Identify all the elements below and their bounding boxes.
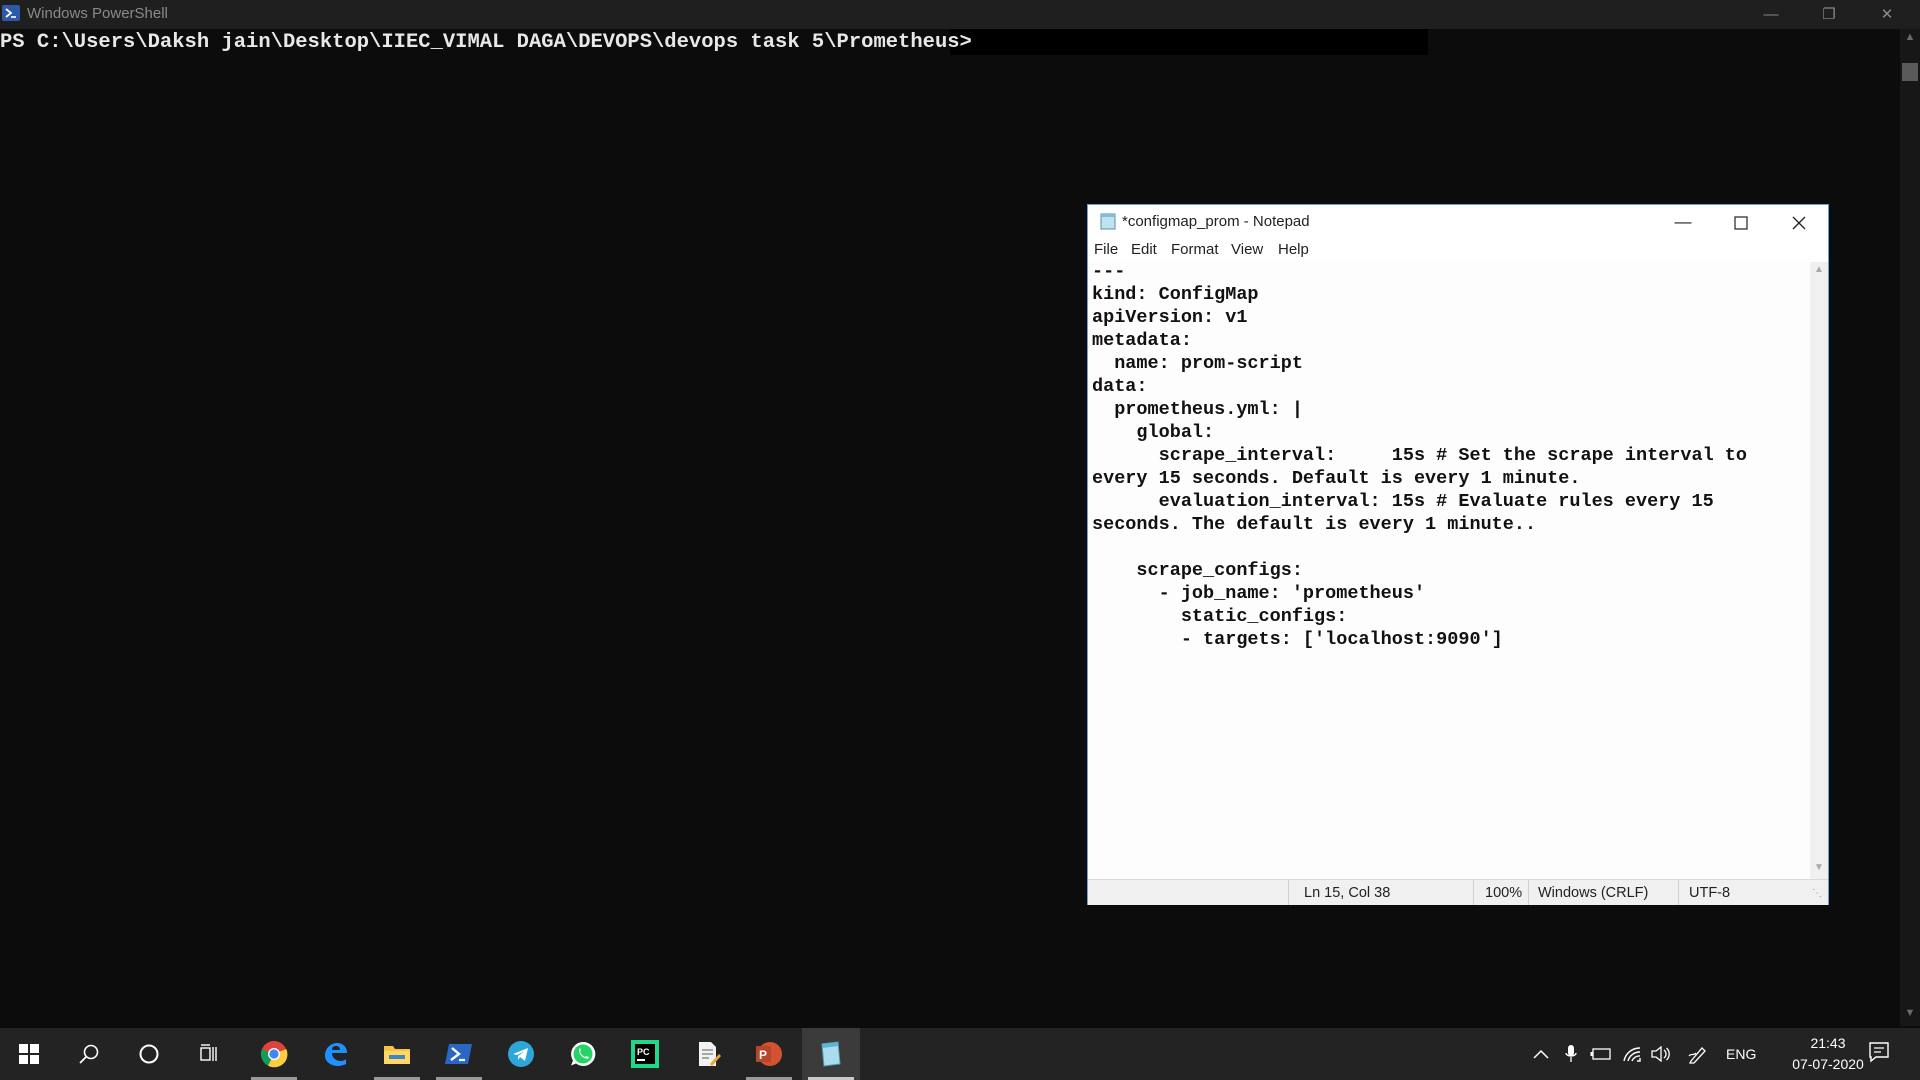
maximize-button[interactable]: ❐ (1806, 0, 1852, 29)
taskbar-chrome[interactable] (245, 1028, 303, 1080)
editor-content[interactable]: --- kind: ConfigMap apiVersion: v1 metad… (1092, 262, 1747, 651)
input-language[interactable]: ENG (1726, 1046, 1756, 1062)
taskbar-powershell[interactable] (430, 1028, 488, 1080)
document-pen-icon (699, 1042, 721, 1066)
status-divider (1473, 880, 1474, 905)
cortana-button[interactable] (120, 1028, 178, 1080)
menu-view[interactable]: View (1231, 241, 1263, 258)
taskbar-powerpoint[interactable]: P (740, 1028, 798, 1080)
chevron-up-icon (1533, 1049, 1549, 1059)
telegram-icon (508, 1041, 534, 1067)
task-view-icon (200, 1044, 217, 1061)
windows-start-icon (19, 1044, 39, 1064)
microphone-icon (1565, 1045, 1577, 1062)
taskbar-edge[interactable] (306, 1028, 364, 1080)
powershell-icon (2, 5, 20, 21)
svg-text:P: P (759, 1048, 767, 1062)
wifi-button[interactable] (1621, 1043, 1643, 1065)
battery-button[interactable] (1590, 1043, 1612, 1065)
status-divider (1528, 880, 1529, 905)
scroll-thumb[interactable] (1902, 63, 1918, 81)
whatsapp-icon (571, 1041, 596, 1066)
scroll-down-icon[interactable]: ▼ (1900, 1007, 1920, 1023)
scroll-up-icon[interactable]: ▲ (1900, 31, 1920, 47)
pycharm-icon: PC (631, 1040, 659, 1068)
taskbar-file-editor[interactable] (679, 1028, 737, 1080)
notepad-icon (821, 1041, 841, 1067)
clock-time[interactable]: 21:43 (1790, 1035, 1866, 1051)
taskbar-file-explorer[interactable] (368, 1028, 426, 1080)
console-prompt: PS C:\Users\Daksh jain\Desktop\IIEC_VIMA… (0, 31, 972, 54)
console-scrollbar[interactable]: ▲ ▼ (1900, 29, 1920, 1026)
maximize-icon (1734, 215, 1748, 230)
taskbar-notepad[interactable] (802, 1028, 860, 1080)
notepad-minimize-button[interactable]: — (1654, 205, 1712, 238)
line-ending: Windows (CRLF) (1538, 885, 1649, 901)
battery-icon (1590, 1048, 1611, 1060)
taskbar-whatsapp[interactable] (554, 1028, 612, 1080)
notepad-close-button[interactable] (1770, 205, 1828, 238)
volume-icon (1651, 1046, 1670, 1062)
notepad-statusbar: Ln 15, Col 38 100% Windows (CRLF) UTF-8 … (1088, 879, 1828, 905)
taskbar: PC P ENG 21:43 07-07-2020 (0, 1028, 1920, 1080)
resize-grip-icon[interactable]: ⋱ (1812, 888, 1826, 902)
notepad-title: *configmap_prom - Notepad (1122, 213, 1310, 230)
notepad-titlebar[interactable]: *configmap_prom - Notepad — (1088, 205, 1828, 238)
svg-text:PC: PC (637, 1047, 650, 1057)
status-divider (1288, 880, 1289, 905)
pen-workspace-button[interactable] (1687, 1043, 1709, 1065)
powershell-titlebar[interactable]: Windows PowerShell — ❐ ✕ (0, 0, 1920, 29)
taskbar-pycharm[interactable]: PC (616, 1028, 674, 1080)
console-input-line[interactable] (950, 29, 1428, 55)
zoom-level: 100% (1485, 885, 1523, 901)
cursor-position: Ln 15, Col 38 (1304, 885, 1391, 901)
status-divider (1678, 880, 1679, 905)
search-icon (79, 1044, 99, 1064)
scroll-up-icon[interactable]: ▲ (1810, 264, 1828, 275)
action-center-button[interactable] (1868, 1041, 1890, 1068)
wifi-icon (1623, 1047, 1641, 1062)
cortana-circle-icon (139, 1044, 159, 1064)
microphone-button[interactable] (1560, 1043, 1582, 1065)
search-button[interactable] (60, 1028, 118, 1080)
menu-format[interactable]: Format (1171, 241, 1219, 258)
notepad-menubar: File Edit Format View Help (1088, 238, 1828, 262)
scroll-down-icon[interactable]: ▼ (1810, 862, 1828, 873)
powershell-icon (445, 1044, 472, 1064)
menu-edit[interactable]: Edit (1131, 241, 1157, 258)
edge-icon (325, 1043, 347, 1066)
folder-icon (384, 1046, 410, 1064)
notepad-text-area[interactable]: --- kind: ConfigMap apiVersion: v1 metad… (1088, 262, 1810, 879)
notepad-scrollbar[interactable]: ▲ ▼ (1810, 262, 1828, 879)
notification-icon (1869, 1042, 1889, 1063)
show-hidden-icons-button[interactable] (1530, 1043, 1552, 1065)
task-view-button[interactable] (180, 1028, 238, 1080)
close-button[interactable]: ✕ (1864, 0, 1910, 29)
volume-button[interactable] (1650, 1043, 1672, 1065)
powershell-title: Windows PowerShell (27, 5, 168, 22)
notepad-window[interactable]: *configmap_prom - Notepad — File Edit Fo… (1087, 204, 1829, 905)
taskbar-telegram[interactable] (492, 1028, 550, 1080)
encoding: UTF-8 (1689, 885, 1731, 901)
minimize-button[interactable]: — (1748, 0, 1794, 29)
notepad-icon (1100, 213, 1116, 230)
menu-file[interactable]: File (1094, 241, 1118, 258)
start-button[interactable] (0, 1028, 58, 1080)
close-icon (1792, 216, 1806, 229)
menu-help[interactable]: Help (1278, 241, 1309, 258)
powerpoint-icon: P (756, 1042, 782, 1066)
chrome-icon (260, 1041, 288, 1068)
notepad-maximize-button[interactable] (1712, 205, 1770, 238)
pen-icon (1688, 1047, 1706, 1064)
